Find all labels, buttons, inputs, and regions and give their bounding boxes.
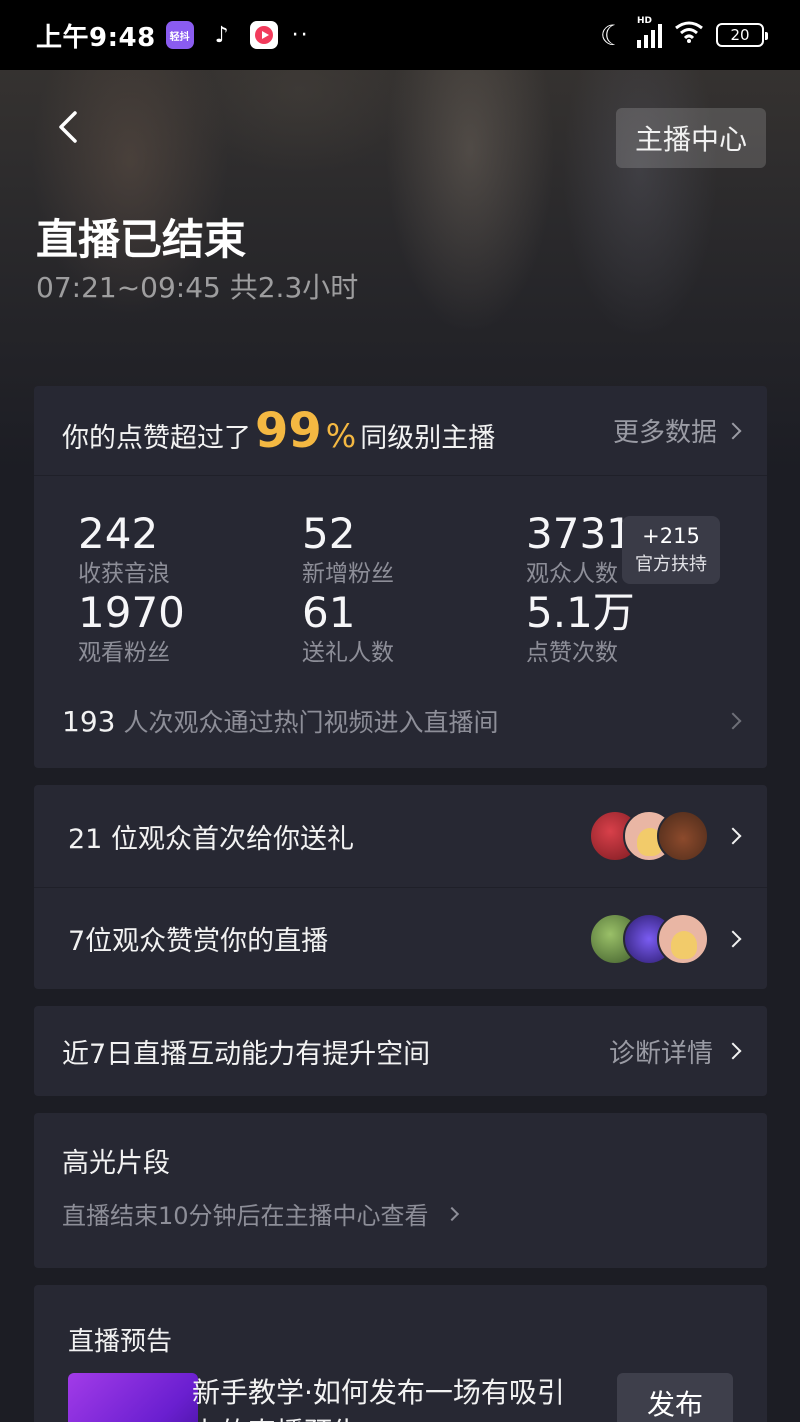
- highlights-title: 高光片段: [62, 1148, 170, 1179]
- more-data-label: 更多数据: [612, 418, 717, 448]
- stat-gift-senders: 61 送礼人数: [302, 589, 394, 669]
- ability-text: 近7日直播互动能力有提升空间: [62, 1038, 431, 1070]
- live-ended-screen: 上午9:48 轻抖 ♪ ·· ☾ HD 20 主播中心 直播已结束 07:21~…: [0, 0, 800, 1422]
- chevron-right-icon: [724, 1042, 742, 1060]
- stat-follower-views: 1970 观看粉丝: [78, 589, 185, 669]
- back-button[interactable]: [46, 102, 90, 152]
- stat-label: 观看粉丝: [78, 640, 170, 666]
- gift-summary-card: 21 位观众首次给你送礼 7位观众赞赏你的直播: [34, 785, 767, 989]
- anchor-center-button[interactable]: 主播中心: [616, 108, 766, 168]
- avatar: [657, 912, 709, 965]
- wifi-icon: [674, 20, 704, 50]
- interaction-ability-row[interactable]: 近7日直播互动能力有提升空间 诊断详情: [34, 1006, 767, 1096]
- status-bar: 上午9:48 轻抖 ♪ ·· ☾ HD 20: [0, 0, 800, 70]
- likes-suffix: 同级别主播: [360, 422, 496, 454]
- chevron-right-icon: [724, 930, 742, 947]
- likes-prefix: 你的点赞超过了: [62, 422, 251, 454]
- avatar-group: [589, 810, 709, 862]
- avatar-group: [589, 912, 709, 965]
- chevron-right-icon: [724, 827, 742, 845]
- stat-label: 观众人数: [526, 561, 618, 587]
- support-label: 官方扶持: [635, 554, 707, 575]
- status-time: 上午9:48: [36, 22, 156, 53]
- appreciation-text: 7位观众赞赏你的直播: [68, 926, 329, 957]
- hd-label: HD: [637, 16, 653, 26]
- chevron-right-icon: [444, 1206, 459, 1221]
- likes-percent-sign: %: [325, 416, 357, 455]
- live-preview-card: 直播预告 新手教学·如何发布一场有吸引力的直播预告 发布: [34, 1285, 767, 1422]
- hot-video-count: 193: [62, 704, 116, 738]
- hot-video-entry-row[interactable]: 193 人次观众通过热门视频进入直播间: [34, 686, 767, 756]
- status-indicators: ☾ HD 20: [599, 16, 768, 52]
- highlights-sub-text: 直播结束10分钟后在主播中心查看: [62, 1202, 429, 1230]
- likes-ranking-row[interactable]: 你的点赞超过了 99 % 同级别主播 更多数据: [34, 386, 767, 476]
- stat-value: 1970: [78, 588, 185, 637]
- qingdou-app-icon: 轻抖: [165, 21, 194, 49]
- stat-sound-waves: 242 收获音浪: [78, 510, 170, 590]
- cellular-signal-icon: HD: [637, 16, 662, 48]
- stat-label: 送礼人数: [302, 640, 394, 666]
- stat-value: 61: [302, 588, 356, 637]
- highlights-subtitle: 直播结束10分钟后在主播中心查看: [62, 1196, 739, 1231]
- page-title: 直播已结束: [36, 215, 247, 264]
- stat-value: 242: [78, 509, 159, 558]
- battery-icon: 20: [716, 23, 768, 47]
- support-value: +215: [642, 524, 700, 548]
- appreciation-row[interactable]: 7位观众赞赏你的直播: [34, 887, 767, 989]
- status-app-icons: 轻抖 ♪ ··: [165, 21, 310, 49]
- chevron-right-icon: [724, 712, 742, 730]
- chevron-left-icon: [59, 111, 77, 143]
- live-duration: 07:21~09:45 共2.3小时: [36, 271, 359, 304]
- first-gift-text: 21 位观众首次给你送礼: [68, 823, 354, 855]
- stat-value: 5.1万: [526, 588, 635, 637]
- diagnosis-details-link[interactable]: 诊断详情: [608, 1033, 742, 1070]
- stat-label: 新增粉丝: [302, 561, 394, 587]
- stat-label: 点赞次数: [526, 640, 618, 666]
- stat-viewers: 3731 观众人数: [526, 510, 633, 590]
- stat-label: 收获音浪: [78, 561, 170, 587]
- more-data-link[interactable]: 更多数据: [612, 412, 742, 449]
- diagnosis-label: 诊断详情: [608, 1038, 713, 1069]
- tiktok-app-icon: ♪: [207, 21, 236, 49]
- tutorial-description[interactable]: 新手教学·如何发布一场有吸引力的直播预告: [192, 1373, 592, 1422]
- avatar: [657, 810, 709, 862]
- highlights-card[interactable]: 高光片段 直播结束10分钟后在主播中心查看: [34, 1113, 767, 1268]
- live-stats-card: 你的点赞超过了 99 % 同级别主播 更多数据 242 收获音浪 52 新增粉丝…: [34, 386, 767, 768]
- chevron-right-icon: [724, 422, 742, 439]
- stat-value: 3731: [526, 509, 633, 558]
- preview-title: 直播预告: [68, 1327, 173, 1357]
- likes-percent: 99: [255, 402, 322, 459]
- official-support-badge: +215 官方扶持: [622, 516, 720, 584]
- do-not-disturb-moon-icon: ☾: [599, 18, 625, 52]
- stat-new-followers: 52 新增粉丝: [302, 510, 394, 590]
- first-gift-row[interactable]: 21 位观众首次给你送礼: [34, 785, 767, 887]
- hot-video-text: 人次观众通过热门视频进入直播间: [123, 708, 499, 737]
- more-notifications-icon: ··: [291, 22, 310, 48]
- video-app-icon: [249, 21, 278, 49]
- tutorial-thumbnail[interactable]: [68, 1373, 198, 1422]
- likes-ranking-text: 你的点赞超过了 99 % 同级别主播: [62, 403, 495, 459]
- stat-likes: 5.1万 点赞次数: [526, 589, 635, 669]
- publish-button[interactable]: 发布: [617, 1373, 733, 1422]
- stat-value: 52: [302, 509, 356, 558]
